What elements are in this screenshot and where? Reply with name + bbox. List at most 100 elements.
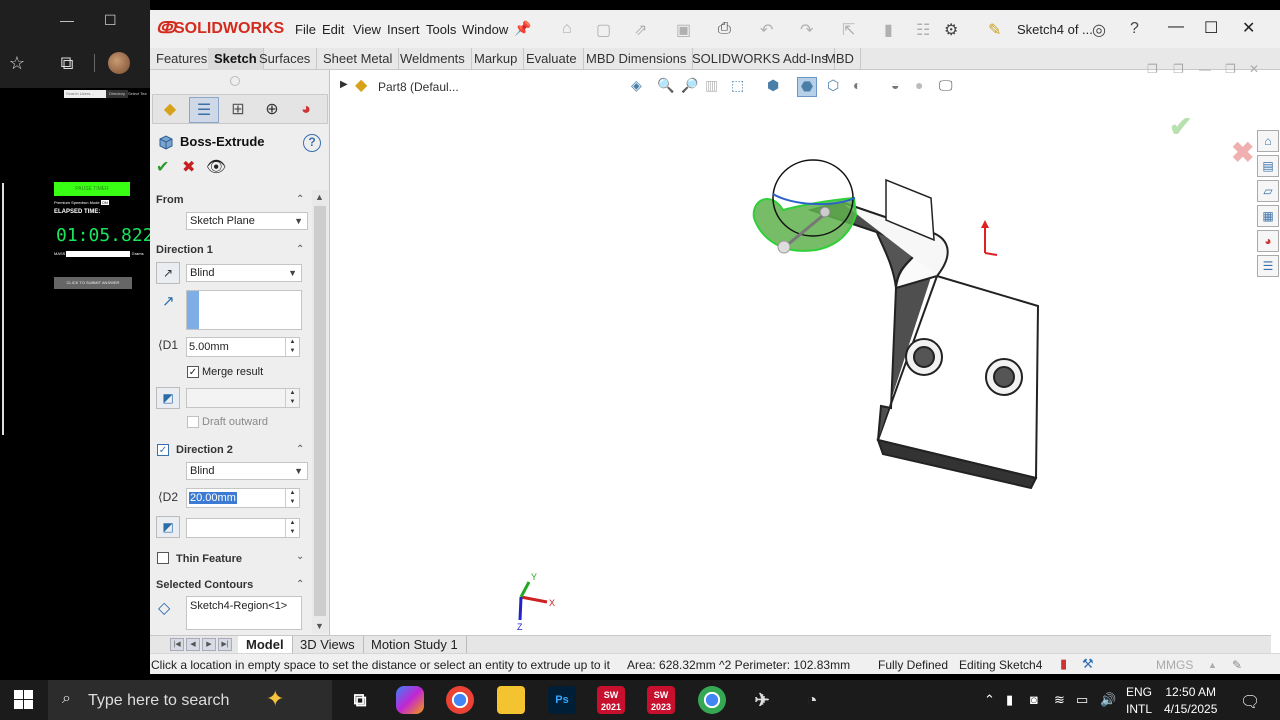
draft-angle-input[interactable]: ▲ ▼ xyxy=(186,388,300,408)
directory-button[interactable]: Directory xyxy=(106,90,128,98)
spin-arrows-icon[interactable]: ▲ ▼ xyxy=(285,338,299,356)
confirm-corner-cancel-icon[interactable]: ✖ xyxy=(1231,136,1254,169)
camera-icon[interactable]: ◙ xyxy=(1030,692,1038,707)
rebuild-status-icon[interactable]: ▮ xyxy=(1060,656,1067,672)
copilot-sparkle-icon[interactable]: ✦ xyxy=(266,686,284,712)
extensions-icon[interactable]: ⧉ xyxy=(56,52,78,74)
photoshop-icon[interactable]: Ps xyxy=(548,686,576,714)
tab-sheet-metal[interactable]: Sheet Metal xyxy=(317,48,400,70)
depth1-input[interactable]: 5.00mm ▲ ▼ xyxy=(186,337,300,357)
expand-tree-icon[interactable]: ▶ xyxy=(340,79,348,90)
configuration-manager-tab-icon[interactable]: ⊞ xyxy=(223,97,253,123)
thin-feature-checkbox[interactable] xyxy=(157,552,169,564)
pin-icon[interactable]: 📌 xyxy=(514,20,531,37)
end-condition2-select[interactable]: Blind ▼ xyxy=(186,462,308,480)
zoom-to-area-icon[interactable]: 🔍 xyxy=(657,77,674,94)
redo-icon[interactable]: ↷ xyxy=(800,20,813,40)
tab-motion-study[interactable]: Motion Study 1 xyxy=(363,636,467,654)
next-tab-icon[interactable]: ▶ xyxy=(202,638,216,651)
draft2-angle-input[interactable]: ▲ ▼ xyxy=(186,518,300,538)
depth2-input[interactable]: 20.00mm ▲ ▼ xyxy=(186,488,300,508)
system-clock[interactable]: 12:50 AM 4/15/2025 xyxy=(1164,684,1217,718)
user-search-input[interactable]: Search Users... xyxy=(64,90,106,98)
extrude-preview[interactable] xyxy=(752,159,858,254)
cancel-x-icon[interactable]: ✖ xyxy=(182,160,195,176)
prev-tab-icon[interactable]: ◀ xyxy=(186,638,200,651)
window-maximize-icon[interactable]: ☐ xyxy=(1204,18,1218,38)
spin-arrows-icon[interactable]: ▲ ▼ xyxy=(285,489,299,507)
tab-mbd[interactable]: MBD xyxy=(819,48,861,70)
close-doc-icon[interactable]: ✕ xyxy=(1249,62,1259,76)
mass-input[interactable] xyxy=(66,251,131,257)
volume-icon[interactable]: 🔊 xyxy=(1100,692,1116,708)
first-tab-icon[interactable]: |◀ xyxy=(170,638,184,651)
pause-timer-button[interactable]: PAUSE TIMER xyxy=(54,182,130,196)
input-language[interactable]: ENG INTL xyxy=(1126,684,1152,718)
menu-edit[interactable]: Edit xyxy=(322,22,344,37)
ok-check-icon[interactable]: ✔ xyxy=(156,160,169,176)
merge-result-checkbox[interactable]: ✓ xyxy=(187,366,199,378)
spin-arrows-icon[interactable]: ▲ ▼ xyxy=(285,519,299,537)
tab-weldments[interactable]: Weldments xyxy=(394,48,472,70)
print-icon[interactable]: ⎙ xyxy=(718,20,731,38)
new-document-icon[interactable]: ▢ xyxy=(596,20,611,40)
task-view-icon[interactable]: ⧉ xyxy=(346,686,374,714)
chrome-icon[interactable] xyxy=(446,686,474,714)
section-view-icon[interactable]: ▥ xyxy=(705,77,718,94)
taskbar-search-box[interactable]: ⌕ Type here to search ✦ xyxy=(48,680,332,720)
tab-3d-views[interactable]: 3D Views xyxy=(292,636,364,654)
previous-view-icon[interactable]: 🔎 xyxy=(681,77,698,94)
help-question-icon[interactable]: ? xyxy=(303,134,321,152)
edit-appearance-icon[interactable]: ◐ xyxy=(853,77,861,93)
unit-system[interactable]: MMGS xyxy=(1156,658,1193,672)
recorder-app-icon[interactable]: ◔ xyxy=(798,686,826,714)
scroll-up-icon[interactable]: ▲ xyxy=(315,192,324,202)
wifi-icon[interactable]: ≋ xyxy=(1054,692,1065,708)
display-manager-tab-icon[interactable]: ◕ xyxy=(291,97,321,123)
graphics-area[interactable]: X Y Z ▶ ◆ Part8 (Defaul... ◈ 🔍 🔎 ▥ ⬚ ⬢ ⬣… xyxy=(331,62,1279,635)
submit-answer-button[interactable]: CLICK TO SUBMIT ANSWER xyxy=(54,277,132,289)
scroll-thumb[interactable] xyxy=(314,206,326,616)
tab-mbd-dimensions[interactable]: MBD Dimensions xyxy=(580,48,694,70)
microphone-icon[interactable]: ▮ xyxy=(1006,692,1013,708)
panel-grip[interactable] xyxy=(230,76,240,86)
windows-start-icon[interactable] xyxy=(14,690,34,710)
solidworks-2021-icon[interactable]: SW 2021 xyxy=(597,686,625,714)
chevron-up-icon[interactable]: ⌃ xyxy=(296,444,304,455)
window-minimize-icon[interactable]: — xyxy=(1168,18,1184,36)
scroll-down-icon[interactable]: ▼ xyxy=(315,621,324,631)
menu-insert[interactable]: Insert xyxy=(387,22,420,37)
panel-scrollbar[interactable]: ▲ ▼ xyxy=(312,190,328,633)
direction1-reference-box[interactable] xyxy=(186,290,302,330)
draft2-icon[interactable]: ◩ xyxy=(156,516,180,538)
view-settings-icon[interactable]: ● xyxy=(915,77,923,93)
open-icon[interactable]: ⇗ xyxy=(634,20,647,40)
display-style-icon[interactable]: ⬣ xyxy=(797,77,817,97)
appearances-pane-icon[interactable]: ◕ xyxy=(1257,230,1279,252)
monitor-icon[interactable]: 🖵 xyxy=(939,77,953,94)
battery-icon[interactable]: ▭ xyxy=(1076,692,1088,708)
maximize-doc-icon[interactable]: ❐ xyxy=(1225,62,1236,76)
tab-markup[interactable]: Markup xyxy=(468,48,525,70)
draft-icon[interactable]: ◩ xyxy=(156,387,180,409)
save-icon[interactable]: ▣ xyxy=(676,20,691,40)
file-explorer-pane-icon[interactable]: ▱ xyxy=(1257,180,1279,202)
selected-contours-list[interactable]: Sketch4-Region<1> xyxy=(186,596,302,630)
property-manager-tab-icon[interactable]: ☰ xyxy=(189,97,219,123)
last-tab-icon[interactable]: ▶| xyxy=(218,638,232,651)
tab-solidworks-addins[interactable]: SOLIDWORKS Add-Ins xyxy=(686,48,835,70)
maximize-icon[interactable]: ☐ xyxy=(104,12,117,29)
apply-scene-icon[interactable]: ◒ xyxy=(891,77,899,93)
spin-arrows-icon[interactable]: ▲ ▼ xyxy=(285,389,299,407)
feature-manager-tab-icon[interactable]: ◆ xyxy=(155,97,185,123)
bookmark-star-icon[interactable]: ☆ xyxy=(6,52,28,74)
direction2-checkbox[interactable]: ✓ xyxy=(157,444,169,456)
copilot-app-icon[interactable] xyxy=(396,686,424,714)
solidworks-2023-icon[interactable]: SW 2023 xyxy=(647,686,675,714)
notifications-icon[interactable]: 🗨 xyxy=(1240,692,1260,712)
minimize-doc-icon[interactable]: — xyxy=(1199,62,1211,76)
quick-tips-icon[interactable]: ✎ xyxy=(1232,658,1242,672)
menu-view[interactable]: View xyxy=(353,22,381,37)
resources-pane-icon[interactable]: ▤ xyxy=(1257,155,1279,177)
rebuild-icon[interactable]: ▮ xyxy=(884,20,893,40)
